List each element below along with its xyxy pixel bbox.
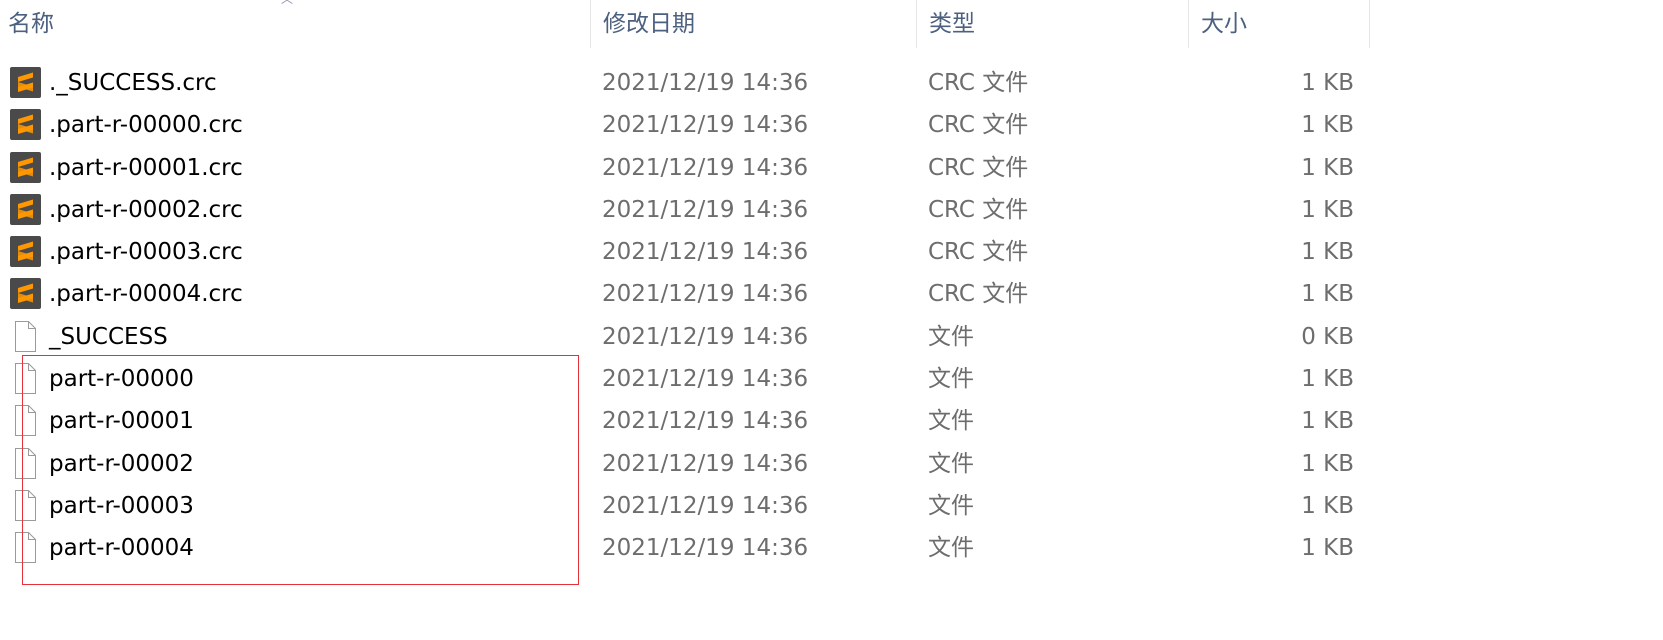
file-date-modified: 2021/12/19 14:36 xyxy=(602,112,809,139)
file-name: part-r-00003 xyxy=(49,492,194,519)
file-date-modified: 2021/12/19 14:36 xyxy=(602,196,809,223)
sort-up-icon: ︿ xyxy=(281,0,295,5)
sublime-text-icon xyxy=(9,193,42,226)
sublime-text-icon xyxy=(9,108,42,141)
sublime-text-icon xyxy=(9,151,42,184)
file-size: 1 KB xyxy=(1301,450,1354,477)
file-date-modified: 2021/12/19 14:36 xyxy=(602,408,809,435)
file-row[interactable]: part-r-00003 2021/12/19 14:36 文件 1 KB xyxy=(0,485,1370,527)
file-name: part-r-00004 xyxy=(49,535,194,562)
file-type: 文件 xyxy=(928,450,974,477)
file-row[interactable]: .part-r-00001.crc 2021/12/19 14:36 CRC 文… xyxy=(0,147,1370,189)
file-name: part-r-00000 xyxy=(49,366,194,393)
file-size: 1 KB xyxy=(1301,196,1354,223)
file-type: CRC 文件 xyxy=(928,281,1029,308)
blank-file-icon xyxy=(9,362,42,395)
file-type: CRC 文件 xyxy=(928,70,1029,96)
file-row[interactable]: part-r-00002 2021/12/19 14:36 文件 1 KB xyxy=(0,443,1370,485)
file-name: .part-r-00002.crc xyxy=(49,196,243,223)
file-size: 1 KB xyxy=(1301,408,1354,435)
file-size: 0 KB xyxy=(1301,323,1354,350)
file-size: 1 KB xyxy=(1301,535,1354,562)
blank-file-icon xyxy=(9,489,42,522)
file-size: 1 KB xyxy=(1301,112,1354,139)
file-name: _SUCCESS xyxy=(49,323,168,350)
file-type: CRC 文件 xyxy=(928,112,1029,139)
file-size: 1 KB xyxy=(1301,154,1354,181)
file-date-modified: 2021/12/19 14:36 xyxy=(602,366,809,393)
file-row[interactable]: .part-r-00003.crc 2021/12/19 14:36 CRC 文… xyxy=(0,231,1370,273)
file-size: 1 KB xyxy=(1301,70,1354,96)
file-row[interactable]: part-r-00000 2021/12/19 14:36 文件 1 KB xyxy=(0,358,1370,400)
blank-file-icon xyxy=(9,531,42,564)
file-date-modified: 2021/12/19 14:36 xyxy=(602,154,809,181)
file-row[interactable]: .part-r-00000.crc 2021/12/19 14:36 CRC 文… xyxy=(0,104,1370,146)
file-row[interactable]: _SUCCESS 2021/12/19 14:36 文件 0 KB xyxy=(0,316,1370,358)
file-type: 文件 xyxy=(928,492,974,519)
file-list: ._SUCCESS.crc 2021/12/19 14:36 CRC 文件 1 … xyxy=(0,62,1370,570)
file-row[interactable]: ._SUCCESS.crc 2021/12/19 14:36 CRC 文件 1 … xyxy=(0,62,1370,104)
blank-file-icon xyxy=(9,320,42,353)
file-type: CRC 文件 xyxy=(928,196,1029,223)
column-header-size[interactable]: 大小 xyxy=(1188,0,1370,48)
file-size: 1 KB xyxy=(1301,492,1354,519)
file-type: CRC 文件 xyxy=(928,239,1029,266)
file-date-modified: 2021/12/19 14:36 xyxy=(602,70,809,96)
file-name: .part-r-00001.crc xyxy=(49,154,243,181)
column-header-name[interactable]: 名称 xyxy=(0,0,590,48)
file-date-modified: 2021/12/19 14:36 xyxy=(602,492,809,519)
file-row[interactable]: part-r-00001 2021/12/19 14:36 文件 1 KB xyxy=(0,400,1370,442)
file-date-modified: 2021/12/19 14:36 xyxy=(602,239,809,266)
column-header-bar: 名称 ︿ 修改日期 类型 大小 xyxy=(0,0,1370,48)
file-size: 1 KB xyxy=(1301,281,1354,308)
sublime-text-icon xyxy=(9,277,42,310)
file-row[interactable]: part-r-00004 2021/12/19 14:36 文件 1 KB xyxy=(0,527,1370,569)
sublime-text-icon xyxy=(9,235,42,268)
file-row[interactable]: .part-r-00004.crc 2021/12/19 14:36 CRC 文… xyxy=(0,273,1370,315)
file-type: 文件 xyxy=(928,408,974,435)
file-name: part-r-00002 xyxy=(49,450,194,477)
file-date-modified: 2021/12/19 14:36 xyxy=(602,323,809,350)
file-date-modified: 2021/12/19 14:36 xyxy=(602,535,809,562)
file-type: CRC 文件 xyxy=(928,154,1029,181)
file-name: part-r-00001 xyxy=(49,408,194,435)
file-name: .part-r-00000.crc xyxy=(49,112,243,139)
file-type: 文件 xyxy=(928,323,974,350)
file-type: 文件 xyxy=(928,535,974,562)
blank-file-icon xyxy=(9,404,42,437)
sublime-text-icon xyxy=(9,66,42,99)
file-date-modified: 2021/12/19 14:36 xyxy=(602,281,809,308)
file-name: ._SUCCESS.crc xyxy=(49,70,217,96)
file-name: .part-r-00003.crc xyxy=(49,239,243,266)
column-header-type[interactable]: 类型 xyxy=(916,0,1188,48)
blank-file-icon xyxy=(9,447,42,480)
column-header-date-modified[interactable]: 修改日期 xyxy=(590,0,916,48)
file-row[interactable]: .part-r-00002.crc 2021/12/19 14:36 CRC 文… xyxy=(0,189,1370,231)
file-size: 1 KB xyxy=(1301,239,1354,266)
file-date-modified: 2021/12/19 14:36 xyxy=(602,450,809,477)
file-name: .part-r-00004.crc xyxy=(49,281,243,308)
file-type: 文件 xyxy=(928,366,974,393)
file-size: 1 KB xyxy=(1301,366,1354,393)
